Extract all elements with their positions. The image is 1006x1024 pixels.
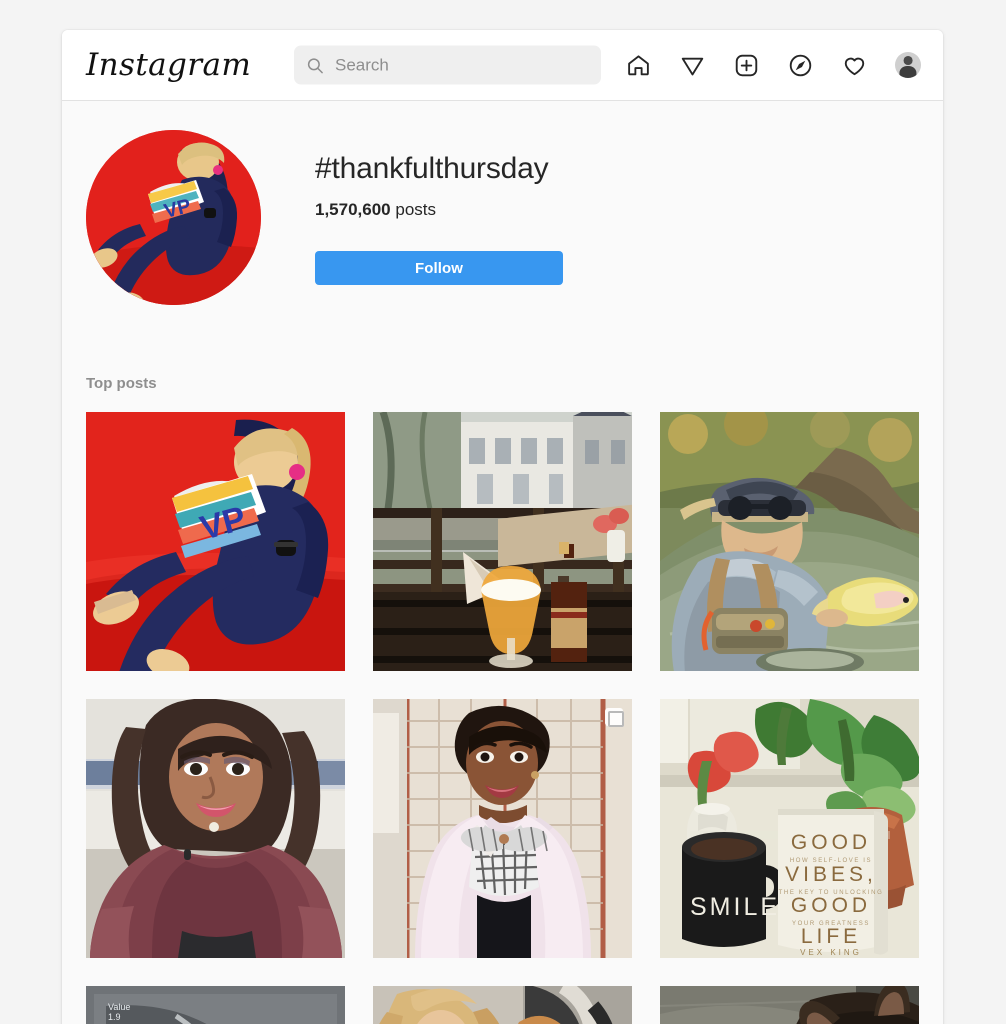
- svg-text:GOOD: GOOD: [791, 831, 871, 854]
- post-image-8: [373, 986, 632, 1024]
- svg-text:Value: Value: [108, 1002, 130, 1012]
- post-tile[interactable]: [373, 699, 632, 958]
- post-tile[interactable]: [660, 412, 919, 671]
- carousel-indicator-icon: [605, 708, 624, 727]
- instagram-hashtag-page: Instagram Search VP #thankfulthursday 1,…: [0, 0, 1006, 1024]
- hashtag-title: #thankfulthursday: [315, 152, 549, 185]
- svg-text:SMILE: SMILE: [690, 893, 780, 921]
- search-icon: [306, 56, 324, 74]
- nav-icon-group: [625, 52, 921, 78]
- activity-heart-icon[interactable]: [841, 52, 867, 78]
- search-input[interactable]: [335, 55, 589, 75]
- avatar-head-shape: [903, 56, 913, 65]
- direct-message-icon[interactable]: [679, 52, 705, 78]
- post-image-4: [86, 699, 345, 958]
- top-posts-label: Top posts: [86, 375, 157, 392]
- hashtag-info: #thankfulthursday 1,570,600 posts Follow: [315, 130, 563, 285]
- post-count-value: 1,570,600: [315, 200, 391, 219]
- instagram-logo[interactable]: Instagram: [86, 47, 251, 83]
- top-navigation-bar: Instagram: [62, 30, 943, 101]
- page-content: VP #thankfulthursday 1,570,600 posts Fol…: [62, 101, 943, 1024]
- post-image-5: [373, 699, 632, 958]
- post-image-3: [660, 412, 919, 671]
- post-tile[interactable]: [86, 699, 345, 958]
- hashtag-avatar-image: VP: [86, 130, 261, 305]
- home-icon[interactable]: [625, 52, 651, 78]
- svg-text:1.9: 1.9: [108, 1012, 121, 1022]
- hashtag-avatar: VP: [86, 130, 261, 305]
- search-box[interactable]: [294, 45, 601, 85]
- post-count-label: posts: [395, 200, 437, 219]
- svg-text:VEX KING: VEX KING: [800, 948, 862, 957]
- post-tile[interactable]: [373, 412, 632, 671]
- post-tile[interactable]: VP: [86, 412, 345, 671]
- post-tile[interactable]: SMILE GOOD HOW SELF-LOVE IS VIBES, THE K…: [660, 699, 919, 958]
- new-post-icon[interactable]: [733, 52, 759, 78]
- follow-button[interactable]: Follow: [315, 251, 563, 285]
- post-image-7: Value 1.9: [86, 986, 345, 1024]
- top-posts-grid: VP SMILE GOOD HOW SELF-LOVE IS VIBES, TH…: [86, 412, 919, 1024]
- explore-compass-icon[interactable]: [787, 52, 813, 78]
- svg-text:GOOD: GOOD: [791, 894, 871, 917]
- post-image-2: [373, 412, 632, 671]
- profile-avatar[interactable]: [895, 52, 921, 78]
- post-tile[interactable]: [373, 986, 632, 1024]
- post-image-6: SMILE GOOD HOW SELF-LOVE IS VIBES, THE K…: [660, 699, 919, 958]
- post-image-1: VP: [86, 412, 345, 671]
- post-image-9: [660, 986, 919, 1024]
- app-window-card: Instagram Search VP #thankfulthursday 1,…: [62, 30, 943, 1024]
- post-tile[interactable]: [660, 986, 919, 1024]
- svg-text:VIBES,: VIBES,: [785, 863, 877, 886]
- avatar-body-shape: [899, 65, 917, 78]
- svg-text:LIFE: LIFE: [801, 925, 861, 948]
- hashtag-post-count: 1,570,600 posts: [315, 200, 563, 220]
- hashtag-header: VP #thankfulthursday 1,570,600 posts Fol…: [86, 101, 919, 305]
- post-tile[interactable]: Value 1.9: [86, 986, 345, 1024]
